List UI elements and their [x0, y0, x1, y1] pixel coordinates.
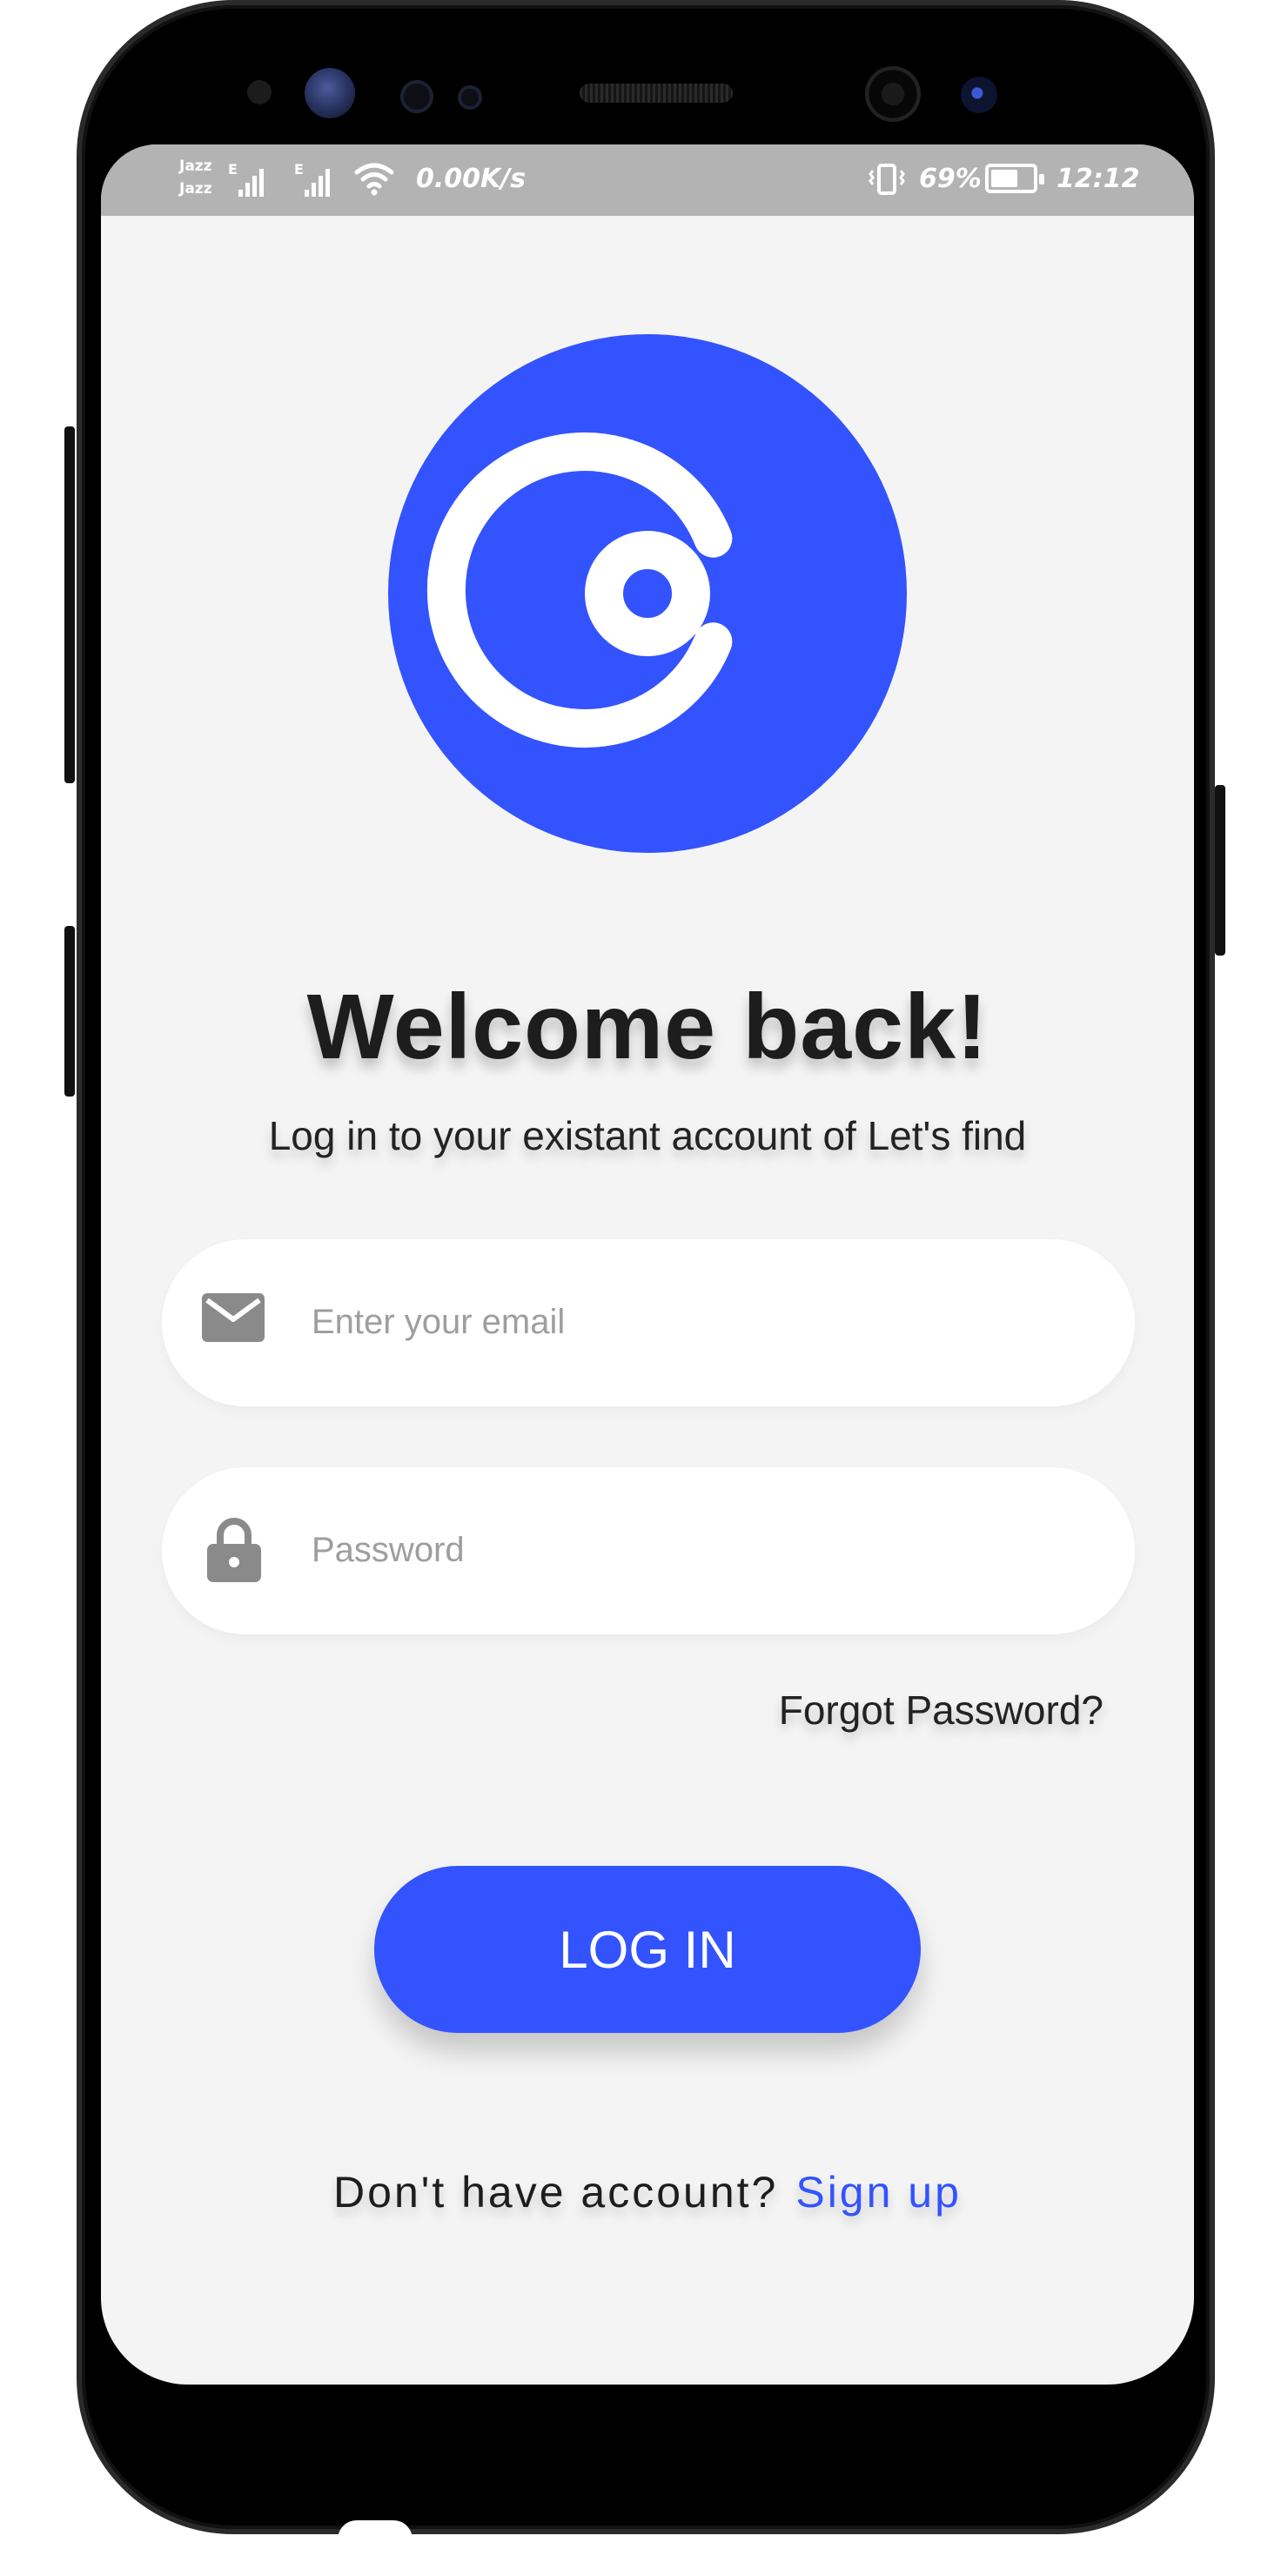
forgot-password-link[interactable]: Forgot Password? — [779, 1687, 1104, 1734]
status-bar: Jazz Jazz E E 0.00K/s 69% 12:12 — [101, 144, 1194, 216]
iris-sensor — [305, 68, 355, 118]
password-input[interactable] — [310, 1502, 1076, 1598]
welcome-subtitle: Log in to your existant account of Let's… — [268, 1113, 1027, 1158]
network-speed: 0.00K/s — [416, 164, 527, 194]
status-time: 12:12 — [1057, 164, 1140, 194]
carrier-label: Jazz — [179, 158, 212, 175]
bixby-button — [64, 926, 75, 1097]
usb-port-notch — [338, 2520, 413, 2539]
app-logo — [388, 334, 907, 853]
battery-icon — [985, 164, 1044, 193]
welcome-title: Welcome back! — [306, 976, 989, 1078]
battery-level-fill — [991, 170, 1017, 187]
earpiece-speaker — [580, 84, 733, 103]
volume-button — [64, 426, 75, 783]
mail-icon — [202, 1293, 265, 1342]
app-screen: Jazz Jazz E E 0.00K/s 69% 12:12 Welcome … — [101, 144, 1194, 2385]
signup-link[interactable]: Sign up — [795, 2168, 962, 2217]
phone-top-hardware — [82, 5, 1210, 144]
wifi-icon — [354, 163, 394, 196]
light-sensor — [400, 80, 433, 113]
logo-circle — [388, 334, 907, 853]
battery-percent: 69% — [919, 164, 982, 194]
indicator-light — [458, 85, 482, 110]
signal-icon: E — [228, 162, 264, 197]
carrier-labels: Jazz Jazz — [179, 155, 212, 200]
network-type-label: E — [294, 162, 304, 178]
email-field[interactable] — [162, 1239, 1135, 1406]
power-button — [1215, 785, 1225, 956]
lock-icon — [207, 1518, 261, 1582]
proximity-sensor — [247, 80, 272, 104]
signal-icon: E — [294, 162, 330, 197]
network-type-label: E — [228, 162, 238, 178]
signup-row: Don't have account? Sign up — [101, 2167, 1194, 2217]
front-camera — [865, 66, 921, 122]
vibrate-icon — [869, 164, 905, 195]
signup-prompt: Don't have account? — [333, 2168, 779, 2217]
front-flash — [961, 77, 997, 113]
password-field[interactable] — [162, 1467, 1135, 1634]
login-button[interactable]: LOG IN — [374, 1866, 921, 2033]
email-input[interactable] — [310, 1274, 1076, 1370]
carrier-label: Jazz — [179, 180, 212, 198]
